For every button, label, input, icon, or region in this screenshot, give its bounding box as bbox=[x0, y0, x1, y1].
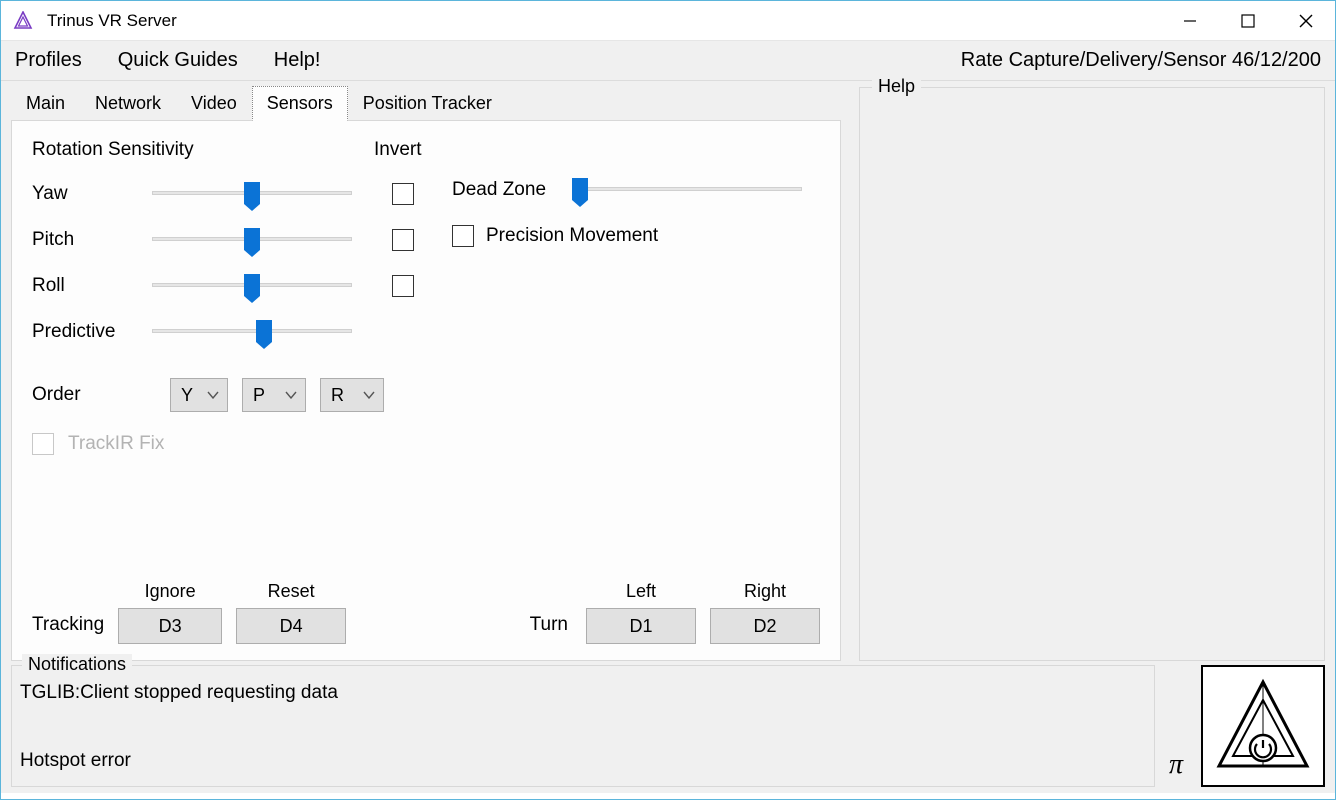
notifications-title: Notifications bbox=[22, 654, 132, 675]
ignore-label: Ignore bbox=[145, 581, 196, 602]
tab-main[interactable]: Main bbox=[11, 86, 80, 121]
turn-left-button[interactable]: D1 bbox=[586, 608, 696, 644]
left-label: Left bbox=[626, 581, 656, 602]
yaw-invert-checkbox[interactable] bbox=[392, 183, 414, 205]
sensors-panel: Rotation Sensitivity Invert Yaw Pitch Ro… bbox=[11, 120, 841, 661]
order-combo-1[interactable]: Y bbox=[170, 378, 228, 412]
deadzone-slider[interactable] bbox=[572, 177, 802, 203]
notification-line-1: TGLIB:Client stopped requesting data bbox=[20, 682, 1140, 704]
rate-status: Rate Capture/Delivery/Sensor 46/12/200 bbox=[961, 49, 1321, 72]
order-combo-3[interactable]: R bbox=[320, 378, 384, 412]
roll-label: Roll bbox=[32, 275, 152, 297]
yaw-slider[interactable] bbox=[152, 181, 352, 207]
tab-sensors[interactable]: Sensors bbox=[252, 86, 348, 121]
rotation-sensitivity-header: Rotation Sensitivity bbox=[32, 139, 820, 161]
notification-line-2: Hotspot error bbox=[20, 750, 1140, 772]
precision-movement-checkbox[interactable] bbox=[452, 225, 474, 247]
close-button[interactable] bbox=[1277, 1, 1335, 41]
yaw-label: Yaw bbox=[32, 183, 152, 205]
pitch-label: Pitch bbox=[32, 229, 152, 251]
deadzone-label: Dead Zone bbox=[452, 179, 572, 201]
pitch-slider[interactable] bbox=[152, 227, 352, 253]
roll-slider[interactable] bbox=[152, 273, 352, 299]
trackir-fix-label: TrackIR Fix bbox=[68, 433, 164, 455]
invert-header: Invert bbox=[374, 139, 422, 161]
tab-video[interactable]: Video bbox=[176, 86, 252, 121]
tab-strip: Main Network Video Sensors Position Trac… bbox=[11, 87, 841, 121]
window-title: Trinus VR Server bbox=[47, 11, 177, 31]
menu-quick-guides[interactable]: Quick Guides bbox=[118, 49, 238, 72]
roll-invert-checkbox[interactable] bbox=[392, 275, 414, 297]
predictive-slider[interactable] bbox=[152, 319, 352, 345]
order-label: Order bbox=[32, 384, 170, 406]
turn-right-button[interactable]: D2 bbox=[710, 608, 820, 644]
trackir-fix-checkbox[interactable] bbox=[32, 433, 54, 455]
titlebar: Trinus VR Server bbox=[1, 1, 1335, 41]
order-combo-2[interactable]: P bbox=[242, 378, 306, 412]
reset-label: Reset bbox=[268, 581, 315, 602]
pi-button[interactable]: π bbox=[1155, 665, 1197, 787]
tracking-ignore-button[interactable]: D3 bbox=[118, 608, 222, 644]
predictive-label: Predictive bbox=[32, 321, 152, 343]
app-icon bbox=[13, 11, 33, 31]
maximize-button[interactable] bbox=[1219, 1, 1277, 41]
notifications-panel: Notifications TGLIB:Client stopped reque… bbox=[11, 665, 1155, 787]
tracking-label: Tracking bbox=[32, 614, 104, 644]
pitch-invert-checkbox[interactable] bbox=[392, 229, 414, 251]
help-panel-title: Help bbox=[872, 76, 921, 97]
menu-profiles[interactable]: Profiles bbox=[15, 49, 82, 72]
triangle-power-icon bbox=[1213, 676, 1313, 776]
right-label: Right bbox=[744, 581, 786, 602]
menu-help[interactable]: Help! bbox=[274, 49, 321, 72]
menubar: Profiles Quick Guides Help! Rate Capture… bbox=[1, 41, 1335, 81]
turn-label: Turn bbox=[530, 614, 568, 644]
start-button[interactable] bbox=[1201, 665, 1325, 787]
tab-position-tracker[interactable]: Position Tracker bbox=[348, 86, 507, 121]
tracking-reset-button[interactable]: D4 bbox=[236, 608, 346, 644]
precision-movement-label: Precision Movement bbox=[486, 225, 658, 247]
minimize-button[interactable] bbox=[1161, 1, 1219, 41]
help-panel: Help bbox=[859, 87, 1325, 661]
tab-network[interactable]: Network bbox=[80, 86, 176, 121]
